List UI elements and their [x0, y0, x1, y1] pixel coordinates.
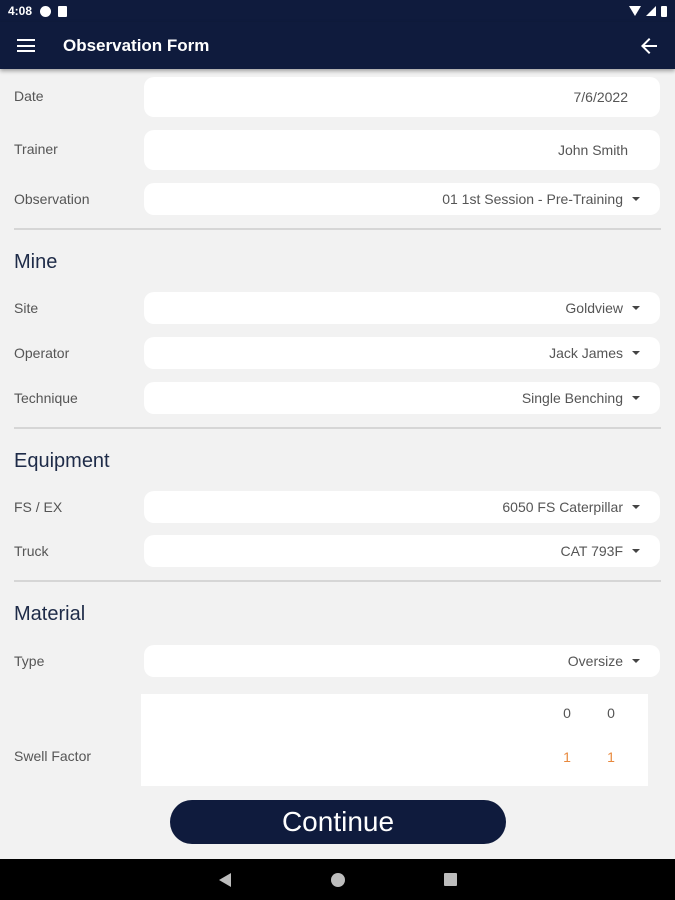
section-title-mine: Mine: [14, 251, 58, 273]
date-row: Date 7/6/2022: [0, 77, 675, 117]
type-dropdown[interactable]: Oversize: [144, 645, 660, 677]
operator-value: Jack James: [549, 345, 623, 361]
chevron-down-icon: [632, 197, 640, 201]
continue-button[interactable]: Continue: [170, 800, 506, 844]
swell-factor-picker[interactable]: 0 0 1 1: [141, 694, 648, 786]
divider: [14, 580, 661, 582]
site-label: Site: [14, 300, 39, 316]
site-value: Goldview: [565, 300, 623, 316]
nav-home-icon[interactable]: [331, 873, 345, 887]
operator-dropdown[interactable]: Jack James: [144, 337, 660, 369]
technique-label: Technique: [14, 390, 78, 406]
form-content: Date 7/6/2022 Trainer John Smith Observa…: [0, 69, 675, 859]
system-nav-bar: [0, 859, 675, 900]
swell-factor-top-value[interactable]: 0: [560, 705, 574, 721]
wifi-icon: [629, 6, 641, 16]
technique-row: Technique Single Benching: [0, 382, 675, 414]
trainer-row: Trainer John Smith: [0, 130, 675, 170]
chevron-down-icon: [632, 351, 640, 355]
operator-label: Operator: [14, 345, 70, 361]
observation-row: Observation 01 1st Session - Pre-Trainin…: [0, 183, 675, 215]
swell-factor-label: Swell Factor: [14, 748, 92, 764]
operator-row: Operator Jack James: [0, 337, 675, 369]
hamburger-menu-icon[interactable]: [17, 39, 35, 52]
date-field[interactable]: 7/6/2022: [144, 77, 660, 117]
page-title: Observation Form: [63, 35, 210, 55]
date-label: Date: [14, 88, 44, 104]
observation-value: 01 1st Session - Pre-Training: [442, 191, 623, 207]
sd-card-icon: [58, 5, 68, 17]
swell-factor-top-value[interactable]: 0: [604, 705, 618, 721]
trainer-value: John Smith: [557, 142, 628, 158]
fs-ex-row: FS / EX 6050 FS Caterpillar: [0, 491, 675, 523]
fs-ex-dropdown[interactable]: 6050 FS Caterpillar: [144, 491, 660, 523]
technique-value: Single Benching: [521, 390, 623, 406]
nav-back-icon[interactable]: [219, 873, 231, 887]
nav-recents-icon[interactable]: [444, 873, 457, 886]
truck-value: CAT 793F: [560, 543, 623, 559]
app-bar: Observation Form: [0, 22, 675, 69]
swell-factor-selected-value[interactable]: 1: [604, 749, 618, 765]
chevron-down-icon: [632, 306, 640, 310]
signal-icon: [646, 6, 656, 16]
technique-dropdown[interactable]: Single Benching: [144, 382, 660, 414]
status-time: 4:08: [8, 4, 33, 18]
observation-dropdown[interactable]: 01 1st Session - Pre-Training: [144, 183, 660, 215]
date-value: 7/6/2022: [573, 89, 629, 105]
section-title-equipment: Equipment: [14, 450, 110, 472]
observation-label: Observation: [14, 191, 90, 207]
chevron-down-icon: [632, 396, 640, 400]
divider: [14, 427, 661, 429]
battery-icon: [661, 5, 667, 17]
section-title-material: Material: [14, 603, 86, 625]
chevron-down-icon: [632, 549, 640, 553]
type-value: Oversize: [567, 653, 623, 669]
type-label: Type: [14, 653, 45, 669]
arrow-back-icon[interactable]: [637, 34, 661, 58]
chevron-down-icon: [632, 505, 640, 509]
truck-label: Truck: [14, 543, 49, 559]
trainer-field[interactable]: John Smith: [144, 130, 660, 170]
chevron-down-icon: [632, 659, 640, 663]
truck-dropdown[interactable]: CAT 793F: [144, 535, 660, 567]
divider: [14, 228, 661, 230]
status-bar: 4:08: [0, 0, 675, 22]
notification-icon: [40, 5, 52, 17]
swell-factor-selected-value[interactable]: 1: [560, 749, 574, 765]
truck-row: Truck CAT 793F: [0, 535, 675, 567]
fs-ex-value: 6050 FS Caterpillar: [502, 499, 623, 515]
fs-ex-label: FS / EX: [14, 499, 63, 515]
site-row: Site Goldview: [0, 292, 675, 324]
type-row: Type Oversize: [0, 645, 675, 677]
site-dropdown[interactable]: Goldview: [144, 292, 660, 324]
trainer-label: Trainer: [14, 141, 58, 157]
